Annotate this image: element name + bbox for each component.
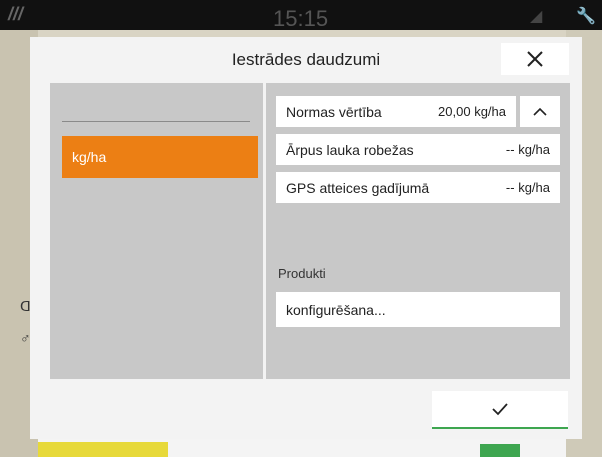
gps-failure-label: GPS atteices gadījumā: [286, 179, 430, 196]
bottom-yellow-indicator: [38, 442, 168, 457]
brand-logo-icon: ///: [8, 4, 24, 24]
rate-settings-pane: Normas vērtība 20,00 kg/ha Ārpus lauka r…: [266, 83, 570, 379]
rate-value: 20,00 kg/ha: [438, 104, 506, 119]
configure-label: konfigurēšana...: [286, 301, 386, 318]
unit-list-pane: kg/ha: [50, 83, 263, 379]
application-rates-dialog: Iestrādes daudzumi kg/ha Normas vērtība …: [30, 37, 582, 439]
status-clock: 15:15: [273, 6, 329, 31]
chevron-up-icon: [533, 107, 547, 116]
checkmark-icon: [492, 403, 508, 416]
close-button[interactable]: [501, 43, 569, 75]
list-divider: [62, 121, 250, 122]
confirm-button[interactable]: [432, 391, 568, 429]
configure-products-row[interactable]: konfigurēšana...: [276, 292, 560, 327]
outside-field-label: Ārpus lauka robežas: [286, 141, 414, 158]
collapse-button[interactable]: [520, 96, 560, 127]
gps-failure-row[interactable]: GPS atteices gadījumā -- kg/ha: [276, 172, 560, 203]
outside-field-value: -- kg/ha: [505, 142, 550, 157]
dialog-title: Iestrādes daudzumi: [231, 50, 381, 69]
rate-value-row[interactable]: Normas vērtība 20,00 kg/ha: [276, 96, 516, 127]
toolbar-symbol-icon: ♂: [20, 330, 31, 346]
gps-failure-value: -- kg/ha: [505, 180, 550, 195]
outside-field-row[interactable]: Ārpus lauka robežas -- kg/ha: [276, 134, 560, 165]
close-icon: [527, 51, 543, 67]
wrench-icon: 🔧: [576, 8, 596, 25]
unit-item-kg-ha[interactable]: kg/ha: [62, 136, 258, 178]
gps-signal-icon: ◢: [530, 8, 543, 25]
bottom-green-indicator: [480, 444, 520, 457]
products-section-label: Produkti: [278, 266, 326, 281]
rate-value-label: Normas vērtība: [286, 103, 382, 120]
